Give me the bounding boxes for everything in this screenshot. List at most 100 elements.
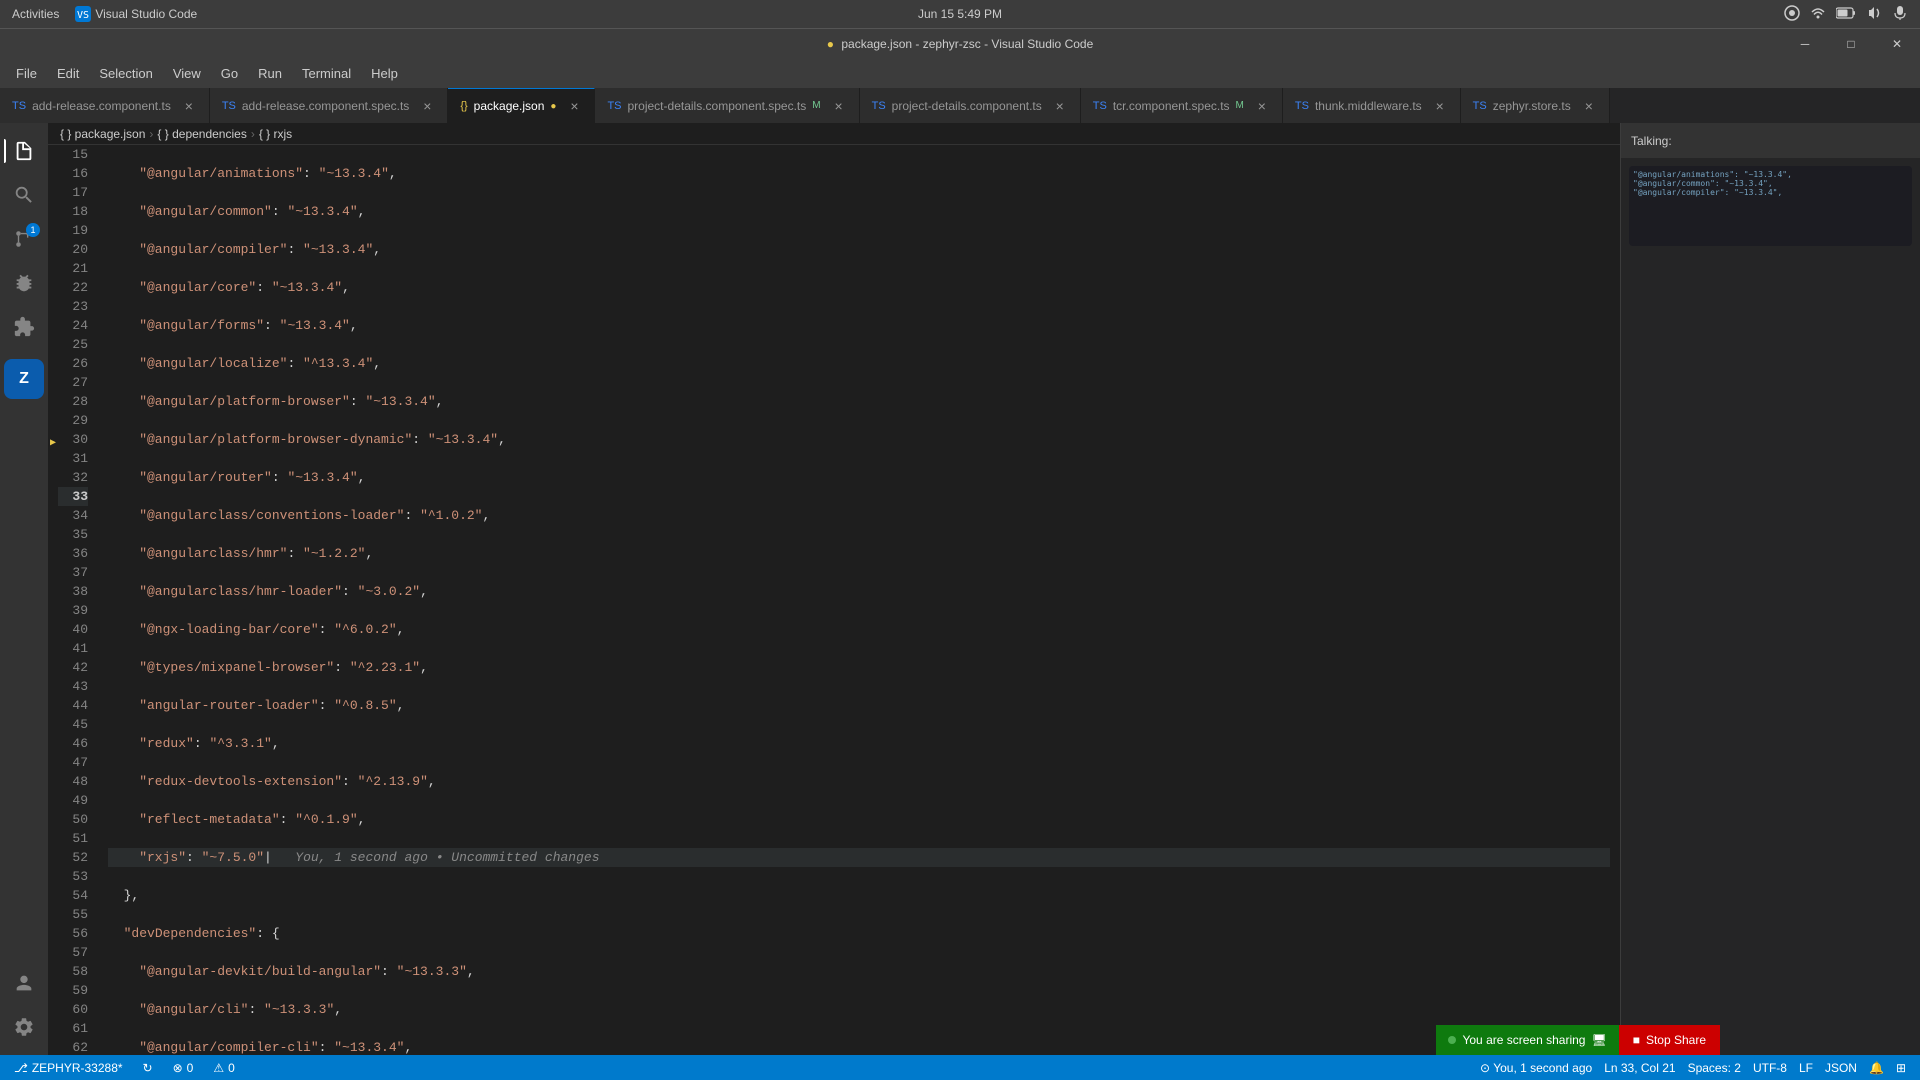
window-title: package.json - zephyr-zsc - Visual Studi… (841, 37, 1093, 51)
code-editor[interactable]: 1516171819 2021222324 2526272829 ▶30 313… (48, 145, 1620, 1055)
git-user-label: ⊙ You, 1 second ago (1480, 1061, 1592, 1075)
git-branch-status[interactable]: ⎇ ZEPHYR-33288* (8, 1055, 129, 1080)
app-name: VS Visual Studio Code (75, 6, 197, 22)
menu-go[interactable]: Go (213, 62, 246, 85)
error-icon: ⊗ (173, 1061, 183, 1075)
tab-package-json[interactable]: {} package.json ● × (448, 88, 595, 123)
activity-settings-icon[interactable] (4, 1007, 44, 1047)
menu-file[interactable]: File (8, 62, 45, 85)
errors-status[interactable]: ⊗ 0 (167, 1055, 200, 1080)
tab-close-icon[interactable]: × (1052, 98, 1068, 114)
ts-icon: TS (1473, 100, 1487, 112)
source-control-badge: 1 (26, 223, 40, 237)
sync-icon: ↻ (143, 1061, 153, 1075)
menu-run[interactable]: Run (250, 62, 290, 85)
tab-close-icon[interactable]: × (181, 98, 197, 114)
tab-add-release-component[interactable]: TS add-release.component.ts × (0, 88, 210, 123)
talking-area: "@angular/animations": "~13.3.4", "@angu… (1621, 158, 1920, 262)
tab-project-details-spec[interactable]: TS project-details.component.spec.ts M × (595, 88, 859, 123)
stop-share-button[interactable]: ■ Stop Share (1619, 1025, 1720, 1055)
close-button[interactable]: ✕ (1874, 29, 1920, 59)
participant-video-1: "@angular/animations": "~13.3.4", "@angu… (1629, 166, 1912, 246)
feedback-status[interactable]: 🔔 (1863, 1061, 1890, 1075)
git-user-status[interactable]: ⊙ You, 1 second ago (1474, 1061, 1598, 1075)
line-col-status[interactable]: Ln 33, Col 21 (1598, 1061, 1681, 1075)
ts-icon: TS (222, 100, 236, 112)
battery-icon (1836, 7, 1856, 22)
activity-account-icon[interactable] (4, 963, 44, 1003)
activity-files-icon[interactable] (4, 131, 44, 171)
window-controls: ─ □ ✕ (1782, 29, 1920, 58)
sync-status[interactable]: ↻ (137, 1055, 159, 1080)
warning-count: 0 (228, 1061, 235, 1075)
tab-project-details-component[interactable]: TS project-details.component.ts × (860, 88, 1081, 123)
warnings-status[interactable]: ⚠ 0 (207, 1055, 240, 1080)
svg-text:VS: VS (77, 10, 89, 21)
layout-status[interactable]: ⊞ (1890, 1061, 1912, 1075)
menu-terminal[interactable]: Terminal (294, 62, 359, 85)
activities-label[interactable]: Activities (12, 7, 59, 21)
breadcrumb-rxjs[interactable]: { } rxjs (259, 127, 292, 141)
line-ending-status[interactable]: LF (1793, 1061, 1819, 1075)
tab-close-icon[interactable]: × (1581, 98, 1597, 114)
screen-share-indicator: You are screen sharing 🖥 (1436, 1025, 1618, 1055)
tab-close-icon[interactable]: × (1432, 98, 1448, 114)
menu-help[interactable]: Help (363, 62, 406, 85)
datetime: Jun 15 5:49 PM (918, 7, 1002, 21)
title-bar: ● package.json - zephyr-zsc - Visual Stu… (0, 28, 1920, 58)
tab-close-icon[interactable]: × (566, 98, 582, 114)
line-col-label: Ln 33, Col 21 (1604, 1061, 1675, 1075)
menu-edit[interactable]: Edit (49, 62, 87, 85)
network-icon (1784, 5, 1800, 24)
tab-zephyr-store[interactable]: TS zephyr.store.ts × (1461, 88, 1610, 123)
tab-add-release-spec[interactable]: TS add-release.component.spec.ts × (210, 88, 449, 123)
audio-icon (1866, 5, 1882, 24)
tab-tcr-spec[interactable]: TS tcr.component.spec.ts M × (1081, 88, 1283, 123)
breadcrumb: { } package.json › { } dependencies › { … (48, 123, 1620, 145)
language-label: JSON (1825, 1061, 1857, 1075)
language-status[interactable]: JSON (1819, 1061, 1863, 1075)
right-panel-header: Talking: (1621, 123, 1920, 158)
minimize-button[interactable]: ─ (1782, 29, 1828, 59)
talking-label: Talking: (1631, 134, 1672, 148)
share-dot-icon (1448, 1036, 1456, 1044)
tab-thunk-middleware[interactable]: TS thunk.middleware.ts × (1283, 88, 1461, 123)
activity-search-icon[interactable] (4, 175, 44, 215)
right-panel: Talking: "@angular/animations": "~13.3.4… (1620, 123, 1920, 1055)
editor-area: { } package.json › { } dependencies › { … (48, 123, 1620, 1055)
menu-bar: File Edit Selection View Go Run Terminal… (0, 58, 1920, 88)
json-icon: {} (460, 100, 467, 112)
line-ending-label: LF (1799, 1061, 1813, 1075)
screen-share-bar: You are screen sharing 🖥 ■ Stop Share (1436, 1025, 1720, 1055)
system-bar: Activities VS Visual Studio Code Jun 15 … (0, 0, 1920, 28)
tab-close-icon[interactable]: × (1254, 98, 1270, 114)
spaces-status[interactable]: Spaces: 2 (1682, 1061, 1747, 1075)
breadcrumb-dependencies[interactable]: { } dependencies (157, 127, 246, 141)
activity-zoom-icon[interactable]: Z (4, 359, 44, 399)
encoding-status[interactable]: UTF-8 (1747, 1061, 1793, 1075)
activity-bottom (4, 963, 44, 1047)
warning-icon: ⚠ (213, 1061, 224, 1075)
tab-close-icon[interactable]: × (419, 98, 435, 114)
ts-icon: TS (872, 100, 886, 112)
activity-extensions-icon[interactable] (4, 307, 44, 347)
error-count: 0 (187, 1061, 194, 1075)
activity-bar: 1 Z (0, 123, 48, 1055)
code-content[interactable]: "@angular/animations": "~13.3.4", "@angu… (98, 145, 1620, 1055)
main-area: 1 Z { } package.json › { } dependencies … (0, 123, 1920, 1055)
restore-button[interactable]: □ (1828, 29, 1874, 59)
layout-icon: ⊞ (1896, 1061, 1906, 1075)
activity-source-control-icon[interactable]: 1 (4, 219, 44, 259)
menu-view[interactable]: View (165, 62, 209, 85)
stop-icon: ■ (1633, 1033, 1640, 1047)
modified-dot: ● (827, 37, 834, 51)
wifi-icon (1810, 5, 1826, 24)
git-branch-icon: ⎇ (14, 1061, 28, 1075)
encoding-label: UTF-8 (1753, 1061, 1787, 1075)
activity-debug-icon[interactable] (4, 263, 44, 303)
breadcrumb-file[interactable]: { } package.json (60, 127, 145, 141)
ts-icon: TS (1295, 100, 1309, 112)
menu-selection[interactable]: Selection (91, 62, 160, 85)
zoom-logo: Z (4, 359, 44, 399)
tab-close-icon[interactable]: × (831, 98, 847, 114)
